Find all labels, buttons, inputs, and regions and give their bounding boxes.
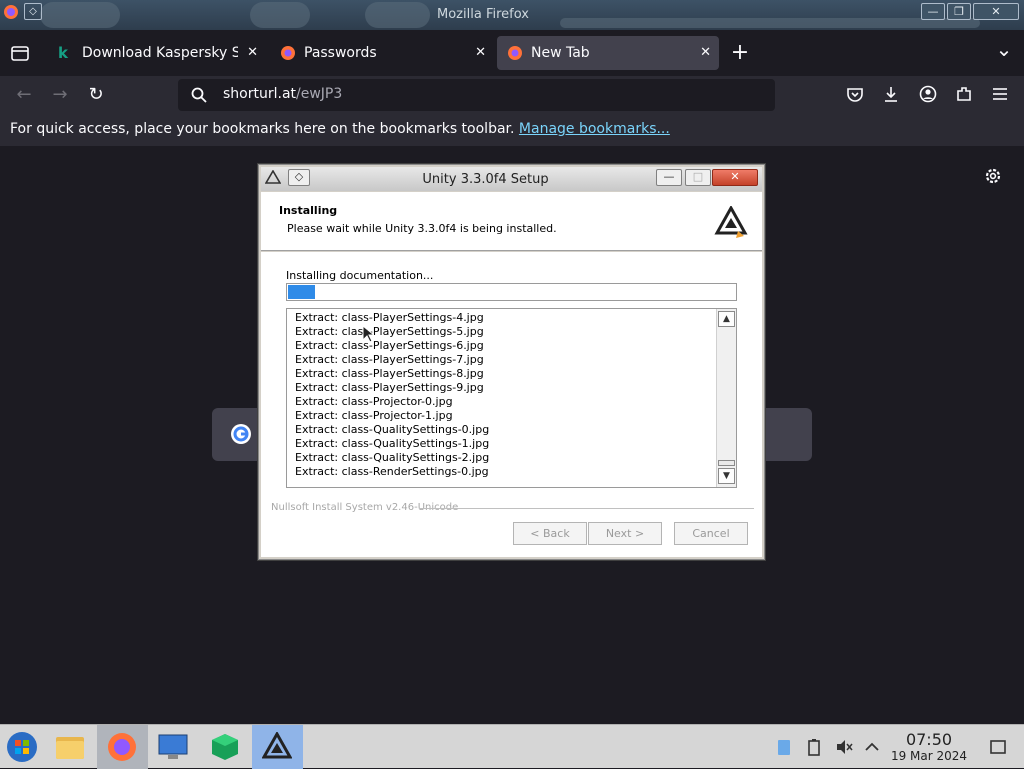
volume-muted-icon[interactable] — [835, 738, 853, 756]
kaspersky-favicon-icon: k — [58, 44, 68, 62]
start-menu-button[interactable] — [0, 725, 51, 769]
dialog-subheading: Please wait while Unity 3.3.0f4 is being… — [287, 222, 557, 235]
log-line: Extract: class-PlayerSettings-6.jpg — [295, 339, 484, 352]
tab-close-icon[interactable]: ✕ — [475, 36, 486, 70]
log-line: Extract: class-PlayerSettings-9.jpg — [295, 381, 484, 394]
manage-bookmarks-link[interactable]: Manage bookmarks... — [519, 121, 670, 137]
log-line: Extract: class-PlayerSettings-4.jpg — [295, 311, 484, 324]
taskbar-control-panel[interactable] — [148, 725, 199, 769]
clock-time: 07:50 — [905, 730, 953, 749]
tab-close-icon[interactable]: ✕ — [700, 36, 711, 70]
bookmarks-hint: For quick access, place your bookmarks h… — [10, 121, 670, 137]
install-progress-bar — [286, 283, 737, 301]
dialog-heading: Installing — [279, 204, 338, 217]
tab-strip: k Download Kaspersky Sta ✕ Passwords ✕ N… — [0, 30, 1024, 76]
back-arrow-icon[interactable]: ← — [13, 84, 35, 106]
install-log[interactable]: Extract: class-PlayerSettings-4.jpg Extra… — [286, 308, 737, 488]
firefox-taskbar-icon — [108, 733, 136, 761]
extensions-icon[interactable] — [955, 85, 973, 103]
divider — [419, 508, 754, 509]
bookmarks-hint-text: For quick access, place your bookmarks h… — [10, 121, 519, 137]
google-icon — [231, 424, 251, 444]
log-line: Extract: class-PlayerSettings-8.jpg — [295, 367, 484, 380]
window-titlebar: ◇ Mozilla Firefox — ❐ ✕ — [0, 0, 1024, 30]
dialog-body: Installing documentation... Extract: cla… — [261, 252, 762, 557]
tab-label: Download Kaspersky Sta — [82, 45, 238, 61]
dialog-titlebar: ◇ Unity 3.3.0f4 Setup — □ ✕ — [261, 167, 762, 191]
back-button[interactable]: < Back — [513, 522, 587, 545]
monitor-icon — [158, 734, 188, 759]
battery-tray-icon[interactable] — [805, 738, 823, 756]
list-all-tabs-button[interactable]: ⌄ — [993, 38, 1015, 64]
unity-taskbar-icon — [262, 732, 292, 759]
search-icon — [191, 87, 207, 103]
cancel-button[interactable]: Cancel — [674, 522, 748, 545]
log-line: Extract: class-Projector-1.jpg — [295, 409, 453, 422]
show-desktop-icon[interactable] — [989, 738, 1007, 756]
firefox-favicon-icon — [281, 46, 295, 60]
taskbar-firefox[interactable] — [97, 725, 148, 769]
scroll-down-icon[interactable]: ▼ — [718, 468, 735, 484]
navigation-toolbar: ← → ↻ shorturl.at/ewJP3 — [0, 76, 1024, 114]
windows-start-icon — [7, 732, 37, 762]
pocket-icon[interactable] — [846, 86, 864, 104]
clipboard-tray-icon[interactable] — [775, 738, 793, 756]
dialog-header: Installing Please wait while Unity 3.3.0… — [261, 192, 762, 251]
taskbar-package-app[interactable] — [200, 725, 251, 769]
taskbar: 07:50 19 Mar 2024 — [0, 724, 1024, 769]
log-line: Extract: class-QualitySettings-1.jpg — [295, 437, 490, 450]
firefox-favicon-icon — [508, 46, 522, 60]
clock-date: 19 Mar 2024 — [890, 749, 968, 763]
tab-kaspersky[interactable]: k Download Kaspersky Sta ✕ — [48, 36, 266, 70]
reload-icon[interactable]: ↻ — [85, 84, 107, 106]
close-button[interactable]: ✕ — [973, 3, 1019, 20]
tab-new-tab[interactable]: New Tab ✕ — [497, 36, 719, 70]
url-text: shorturl.at/ewJP3 — [223, 86, 342, 102]
tab-label: Passwords — [304, 45, 377, 61]
firefox-view-icon[interactable] — [10, 43, 30, 63]
log-scrollbar[interactable]: ▲ ▼ — [716, 309, 736, 487]
tab-label: New Tab — [531, 45, 590, 61]
forward-arrow-icon[interactable]: → — [49, 84, 71, 106]
downloads-icon[interactable] — [882, 85, 900, 103]
new-tab-button[interactable]: + — [729, 40, 751, 66]
tray-expand-chevron-icon[interactable] — [863, 738, 881, 756]
taskbar-unity-setup[interactable] — [252, 725, 303, 769]
log-line: Extract: class-QualitySettings-0.jpg — [295, 423, 490, 436]
installer-dialog: ◇ Unity 3.3.0f4 Setup — □ ✕ Installing P… — [258, 164, 765, 560]
dialog-close-button[interactable]: ✕ — [712, 169, 758, 186]
log-line: Extract: class-Projector-0.jpg — [295, 395, 453, 408]
log-line: Extract: class-RenderSettings-0.jpg — [295, 465, 489, 478]
log-line: Extract: class-PlayerSettings-5.jpg — [295, 325, 484, 338]
minimize-button[interactable]: — — [921, 3, 945, 20]
url-host: shorturl.at — [223, 86, 297, 102]
next-button[interactable]: Next > — [588, 522, 662, 545]
unity-logo-icon — [714, 206, 748, 238]
progress-fill — [288, 285, 315, 299]
dialog-maximize-button[interactable]: □ — [685, 169, 711, 186]
dialog-minimize-button[interactable]: — — [656, 169, 682, 186]
bookmarks-toolbar: For quick access, place your bookmarks h… — [0, 114, 1024, 146]
scroll-up-icon[interactable]: ▲ — [718, 311, 735, 327]
scroll-thumb[interactable] — [718, 460, 735, 466]
maximize-button[interactable]: ❐ — [947, 3, 971, 20]
folder-icon — [56, 737, 84, 759]
install-log-lines: Extract: class-PlayerSettings-4.jpg Extra… — [295, 311, 489, 479]
menu-hamburger-icon[interactable] — [991, 86, 1009, 102]
mouse-cursor-icon — [362, 325, 374, 343]
url-path: /ewJP3 — [296, 86, 343, 102]
cube-icon — [212, 734, 238, 760]
settings-gear-icon[interactable] — [983, 166, 1003, 186]
log-line: Extract: class-QualitySettings-2.jpg — [295, 451, 490, 464]
account-icon[interactable] — [919, 85, 937, 103]
log-line: Extract: class-PlayerSettings-7.jpg — [295, 353, 484, 366]
window-title: Mozilla Firefox — [437, 7, 529, 22]
url-bar[interactable]: shorturl.at/ewJP3 — [178, 79, 775, 111]
tab-passwords[interactable]: Passwords ✕ — [270, 36, 494, 70]
dialog-title: Unity 3.3.0f4 Setup — [422, 172, 549, 187]
install-status: Installing documentation... — [286, 269, 434, 282]
taskbar-file-manager[interactable] — [45, 725, 96, 769]
clock[interactable]: 07:50 19 Mar 2024 — [884, 730, 974, 764]
tab-close-icon[interactable]: ✕ — [247, 36, 258, 70]
